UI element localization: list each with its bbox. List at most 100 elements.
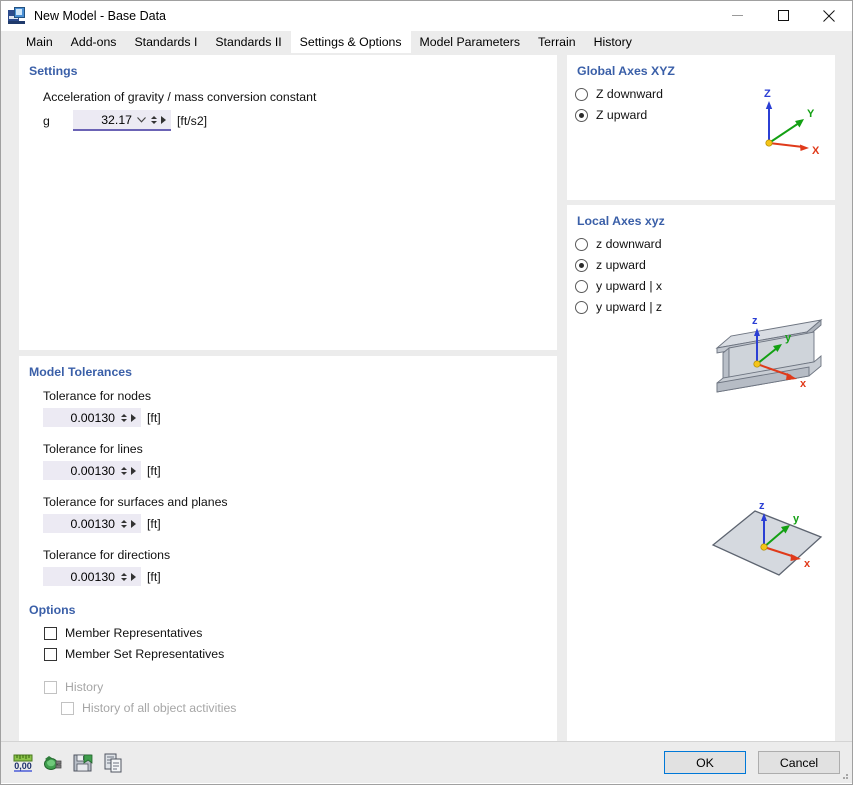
gravity-value: 32.17 [101, 112, 132, 127]
dialog-body: Settings Acceleration of gravity / mass … [1, 53, 852, 782]
radio-option-y-upward-x[interactable]: y upward | x [575, 279, 662, 293]
number-format-icon[interactable]: 0,00 [11, 751, 35, 775]
ok-button[interactable]: OK [664, 751, 746, 774]
global-axes-panel: Global Axes XYZ Z downward Z upward Z Y … [567, 55, 835, 200]
global-axes-diagram: Z Y X [747, 85, 827, 162]
chevron-down-icon[interactable] [136, 116, 147, 123]
save-export-icon[interactable] [71, 751, 95, 775]
tab-standards-2[interactable]: Standards II [206, 31, 291, 53]
tolerance-directions-unit: [ft] [147, 569, 161, 584]
tolerances-panel-title: Model Tolerances [29, 365, 132, 379]
gravity-unit: [ft/s2] [177, 113, 208, 128]
close-icon[interactable] [806, 0, 852, 31]
global-axis-z-label: Z [764, 88, 771, 100]
beam-axis-z-label: z [752, 315, 758, 327]
tab-history[interactable]: History [584, 31, 641, 53]
footer-action-buttons: OK Cancel [664, 751, 840, 774]
radio-z-downward-local[interactable] [575, 237, 588, 251]
local-axes-panel: Local Axes xyz z downward z upward y upw… [567, 205, 835, 782]
tolerance-nodes-label: Tolerance for nodes [43, 389, 152, 403]
model-tolerances-panel: Model Tolerances Tolerance for nodes 0.0… [19, 356, 557, 594]
tolerance-directions-label: Tolerance for directions [43, 548, 171, 562]
gravity-expand-icon[interactable] [161, 115, 166, 124]
copy-document-icon[interactable] [101, 751, 125, 775]
settings-panel-title: Settings [29, 64, 78, 78]
cancel-button[interactable]: Cancel [758, 751, 840, 774]
radio-option-z-upward-global[interactable]: Z upward [575, 108, 647, 122]
tab-model-parameters[interactable]: Model Parameters [410, 31, 529, 53]
tolerance-nodes-expand-icon[interactable] [131, 413, 136, 422]
tab-main[interactable]: Main [17, 31, 62, 53]
local-axes-title: Local Axes xyz [577, 214, 665, 228]
tolerance-nodes-unit: [ft] [147, 410, 161, 425]
tab-standards-1[interactable]: Standards I [125, 31, 207, 53]
resize-grip[interactable] [839, 770, 849, 780]
gravity-caption: Acceleration of gravity / mass conversio… [43, 90, 317, 104]
minimize-icon[interactable] [714, 0, 760, 31]
option-member-representatives-label: Member Representatives [65, 626, 203, 640]
global-axes-title: Global Axes XYZ [577, 64, 675, 78]
tolerance-nodes-value: 0.00130 [70, 410, 115, 425]
tolerance-nodes-stepper[interactable] [119, 410, 128, 425]
beam-diagram: z y x [709, 310, 831, 407]
radio-y-upward-z[interactable] [575, 300, 588, 314]
radio-z-downward-global[interactable] [575, 87, 588, 101]
tolerance-surfaces-input[interactable]: 0.00130 [43, 514, 141, 533]
tab-strip: Main Add-ons Standards I Standards II Se… [1, 31, 852, 53]
bottom-strip [1, 783, 852, 784]
tab-add-ons[interactable]: Add-ons [61, 31, 126, 53]
surface-axis-y-label: y [793, 513, 800, 525]
radio-z-upward-global-label: Z upward [596, 108, 648, 122]
tolerance-lines-expand-icon[interactable] [131, 466, 136, 475]
maximize-icon[interactable] [760, 0, 806, 31]
tolerance-surfaces-expand-icon[interactable] [131, 519, 136, 528]
option-history-label: History [65, 680, 104, 694]
checkbox-member-representatives[interactable] [44, 626, 57, 640]
dialog-footer: 0,00 OK Cancel [1, 741, 852, 783]
tab-terrain[interactable]: Terrain [529, 31, 585, 53]
radio-z-downward-global-label: Z downward [596, 87, 663, 101]
checkbox-history-all-object-activities [61, 701, 74, 715]
tolerance-directions-expand-icon[interactable] [131, 572, 136, 581]
beam-axis-y-label: y [785, 332, 792, 344]
plug-connector-icon[interactable] [41, 751, 65, 775]
tolerance-lines-stepper[interactable] [119, 463, 128, 478]
tolerance-directions-value: 0.00130 [70, 569, 115, 584]
gravity-input[interactable]: 32.17 [73, 110, 171, 131]
settings-panel: Settings Acceleration of gravity / mass … [19, 55, 557, 350]
tolerance-surfaces-value: 0.00130 [70, 516, 115, 531]
surface-diagram: z y x [707, 495, 829, 592]
option-history: History [44, 680, 103, 694]
gravity-stepper[interactable] [149, 112, 158, 127]
beam-axis-x-label: x [800, 378, 807, 390]
tolerance-directions-stepper[interactable] [119, 569, 128, 584]
tolerance-lines-input[interactable]: 0.00130 [43, 461, 141, 480]
option-member-set-representatives[interactable]: Member Set Representatives [44, 647, 224, 661]
radio-z-upward-local-label: z upward [596, 258, 646, 272]
radio-z-upward-local[interactable] [575, 258, 588, 272]
radio-z-upward-global[interactable] [575, 108, 588, 122]
checkbox-member-set-representatives[interactable] [44, 647, 57, 661]
tolerance-surfaces-stepper[interactable] [119, 516, 128, 531]
radio-y-upward-x[interactable] [575, 279, 588, 293]
tolerance-directions-input[interactable]: 0.00130 [43, 567, 141, 586]
title-bar: New Model - Base Data [1, 0, 852, 31]
global-axis-x-label: X [812, 145, 820, 157]
svg-text:0,00: 0,00 [14, 761, 32, 771]
tab-settings-and-options[interactable]: Settings & Options [290, 31, 411, 53]
radio-option-z-upward-local[interactable]: z upward [575, 258, 646, 272]
radio-option-z-downward-global[interactable]: Z downward [575, 87, 663, 101]
radio-option-y-upward-z[interactable]: y upward | z [575, 300, 662, 314]
tolerance-nodes-input[interactable]: 0.00130 [43, 408, 141, 427]
tolerance-surfaces-label: Tolerance for surfaces and planes [43, 495, 228, 509]
surface-axis-z-label: z [759, 500, 765, 512]
options-panel-title: Options [29, 603, 76, 617]
option-member-representatives[interactable]: Member Representatives [44, 626, 202, 640]
option-history-all-object-activities: History of all object activities [61, 701, 236, 715]
checkbox-history [44, 680, 57, 694]
tolerance-surfaces-unit: [ft] [147, 516, 161, 531]
radio-option-z-downward-local[interactable]: z downward [575, 237, 662, 251]
radio-y-upward-x-label: y upward | x [596, 279, 663, 293]
gravity-symbol-label: g [43, 113, 50, 128]
global-axis-y-label: Y [807, 108, 815, 120]
